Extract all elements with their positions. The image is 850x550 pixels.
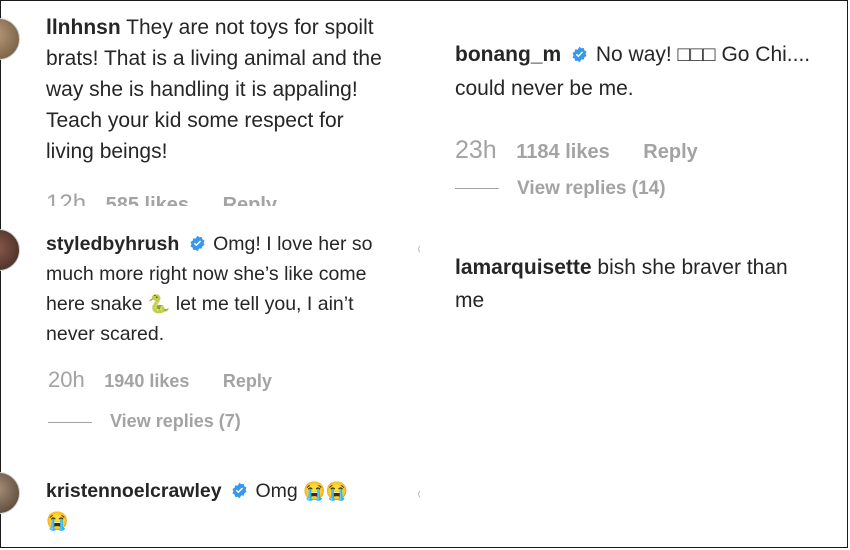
crying-emoji: 😭😭 <box>303 481 348 501</box>
more-options-icon[interactable] <box>418 490 420 498</box>
comment-llnhnsn: llnhnsn They are not toys for spoilt bra… <box>0 0 420 210</box>
reply-button[interactable]: Reply <box>223 371 272 391</box>
snake-emoji: 🐍 <box>147 294 171 314</box>
comment-kristennoelcrawley: kristennoelcrawley Omg 😭😭 😭 <box>0 462 420 550</box>
comment-styledbyhrush: styledbyhrush Omg! I love her so much mo… <box>0 215 420 445</box>
replies-divider <box>455 188 499 190</box>
comment-likes[interactable]: 585 likes <box>106 194 189 206</box>
reply-button[interactable]: Reply <box>643 141 697 163</box>
comment-text: Omg <box>255 480 298 502</box>
comment-meta: 20h 1940 likes Reply <box>48 367 272 393</box>
comment-time[interactable]: 23h <box>455 136 497 164</box>
replies-divider <box>48 421 92 423</box>
left-comments-panel: llnhnsn They are not toys for spoilt bra… <box>0 0 420 550</box>
comment-time[interactable]: 20h <box>48 367 85 392</box>
comment-likes[interactable]: 1184 likes <box>516 141 609 163</box>
view-replies-label[interactable]: View replies (7) <box>110 411 241 431</box>
comment-lamarquisette: lamarquisette bish she braver than me <box>425 245 850 335</box>
avatar[interactable] <box>0 472 20 514</box>
view-replies-link[interactable]: View replies (14) <box>455 178 666 200</box>
verified-icon <box>572 46 587 63</box>
right-comments-panel: bonang_m No way! □□□ Go Chi.... could ne… <box>425 0 850 550</box>
comment-username[interactable]: lamarquisette <box>455 256 592 279</box>
reply-button[interactable]: Reply <box>223 194 277 206</box>
comment-time[interactable]: 12h <box>46 190 86 206</box>
view-replies-link[interactable]: View replies (7) <box>48 411 241 432</box>
avatar[interactable] <box>0 229 20 271</box>
comment-username[interactable]: kristennoelcrawley <box>46 480 222 502</box>
avatar[interactable] <box>0 18 20 60</box>
comment-username[interactable]: llnhnsn <box>46 16 121 39</box>
more-options-icon[interactable] <box>418 245 420 253</box>
comment-username[interactable]: styledbyhrush <box>46 233 179 255</box>
comment-meta: 12h 585 likes Reply <box>46 190 277 206</box>
verified-icon <box>232 482 247 499</box>
verified-icon <box>190 235 205 252</box>
comment-bonang_m: bonang_m No way! □□□ Go Chi.... could ne… <box>425 0 850 220</box>
view-replies-label[interactable]: View replies (14) <box>517 178 666 199</box>
crying-emoji: 😭 <box>46 511 69 531</box>
comment-meta: 23h 1184 likes Reply <box>455 136 698 165</box>
comment-likes[interactable]: 1940 likes <box>104 371 189 391</box>
comment-username[interactable]: bonang_m <box>455 43 561 66</box>
